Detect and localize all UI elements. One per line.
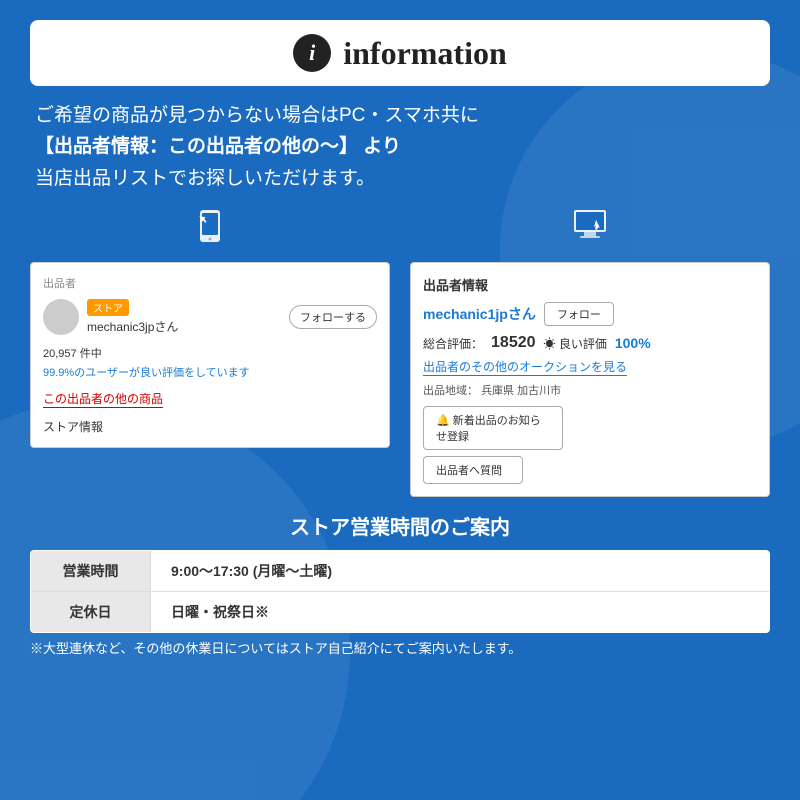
desc-line2-text: 【出品者情報：この出品者の他の〜】 より bbox=[35, 136, 401, 157]
rating-row: 99.9%のユーザーが良い評価をしています bbox=[43, 364, 377, 380]
location-row: 出品地域： 兵庫県 加古川市 bbox=[423, 382, 757, 398]
seller-name-block: ストア mechanic3jpさん bbox=[87, 299, 281, 335]
pc-panel: 出品者情報 mechanic1jpさん フォロー 総合評価： 18520 ☀ 良… bbox=[410, 262, 770, 497]
rating-label: 総合評価： bbox=[423, 335, 483, 352]
smartphone-icon bbox=[192, 208, 228, 252]
hours-value-1: 9:00〜17:30 (月曜〜土曜) bbox=[151, 551, 352, 591]
follow-button-pc[interactable]: フォロー bbox=[544, 302, 614, 326]
pc-screenshot-block: 出品者情報 mechanic1jpさん フォロー 総合評価： 18520 ☀ 良… bbox=[410, 208, 770, 497]
question-button[interactable]: 出品者へ質問 bbox=[423, 456, 523, 484]
page-title: information bbox=[343, 35, 507, 72]
business-title: ストア営業時間のご案内 bbox=[30, 511, 770, 540]
hours-row-1: 営業時間 9:00〜17:30 (月曜〜土曜) bbox=[31, 551, 769, 592]
store-badge: ストア bbox=[87, 299, 129, 316]
notify-button[interactable]: 🔔 新着出品のお知らせ登録 bbox=[423, 406, 563, 450]
notice-text: ※大型連休など、その他の休業日についてはストア自己紹介にてご案内いたします。 bbox=[30, 639, 770, 659]
good-label: ☀ 良い評価 bbox=[544, 335, 607, 352]
seller-avatar bbox=[43, 299, 79, 335]
seller-info-row-pc: mechanic1jpさん フォロー bbox=[423, 302, 757, 326]
hours-table: 営業時間 9:00〜17:30 (月曜〜土曜) 定休日 日曜・祝祭日※ bbox=[30, 550, 770, 633]
pc-panel-label: 出品者情報 bbox=[423, 275, 757, 294]
business-section: ストア営業時間のご案内 営業時間 9:00〜17:30 (月曜〜土曜) 定休日 … bbox=[30, 511, 770, 659]
mobile-panel: 出品者 ストア mechanic3jpさん フォローする 20,957 件中 9… bbox=[30, 262, 390, 448]
rating-info-row: 総合評価： 18520 ☀ 良い評価 100% bbox=[423, 334, 757, 352]
count-row: 20,957 件中 bbox=[43, 345, 377, 361]
auction-link[interactable]: 出品者のその他のオークションを見る bbox=[423, 358, 627, 376]
other-products-link[interactable]: この出品者の他の商品 bbox=[43, 390, 163, 408]
good-pct: 100% bbox=[615, 335, 651, 351]
description-block: ご希望の商品が見つからない場合はPC・スマホ共に 【出品者情報：この出品者の他の… bbox=[30, 100, 770, 194]
rating-number: 18520 bbox=[491, 334, 536, 352]
follow-button-mobile[interactable]: フォローする bbox=[289, 305, 377, 329]
seller-name-pc: mechanic1jpさん bbox=[423, 304, 536, 324]
mobile-panel-label: 出品者 bbox=[43, 275, 377, 291]
location-label: 出品地域： bbox=[423, 385, 478, 397]
hours-row-2: 定休日 日曜・祝祭日※ bbox=[31, 592, 769, 632]
info-header: i information bbox=[30, 20, 770, 86]
seller-row-mobile: ストア mechanic3jpさん フォローする bbox=[43, 299, 377, 335]
seller-name-mobile: mechanic3jpさん bbox=[87, 318, 281, 335]
mobile-screenshot-block: 出品者 ストア mechanic3jpさん フォローする 20,957 件中 9… bbox=[30, 208, 390, 448]
hours-label-2: 定休日 bbox=[31, 592, 151, 632]
desc-line2: 【出品者情報：この出品者の他の〜】 より bbox=[35, 131, 765, 162]
store-info-link[interactable]: ストア情報 bbox=[43, 418, 377, 435]
desc-line3: 当店出品リストでお探しいただけます。 bbox=[35, 163, 765, 194]
page-container: i information ご希望の商品が見つからない場合はPC・スマホ共に 【… bbox=[0, 0, 800, 800]
location-value: 兵庫県 加古川市 bbox=[481, 385, 561, 397]
hours-label-1: 営業時間 bbox=[31, 551, 151, 591]
hours-value-2: 日曜・祝祭日※ bbox=[151, 592, 289, 632]
info-icon: i bbox=[293, 34, 331, 72]
computer-icon bbox=[570, 208, 610, 252]
desc-line1: ご希望の商品が見つからない場合はPC・スマホ共に bbox=[35, 100, 765, 131]
screenshots-row: 出品者 ストア mechanic3jpさん フォローする 20,957 件中 9… bbox=[30, 208, 770, 497]
